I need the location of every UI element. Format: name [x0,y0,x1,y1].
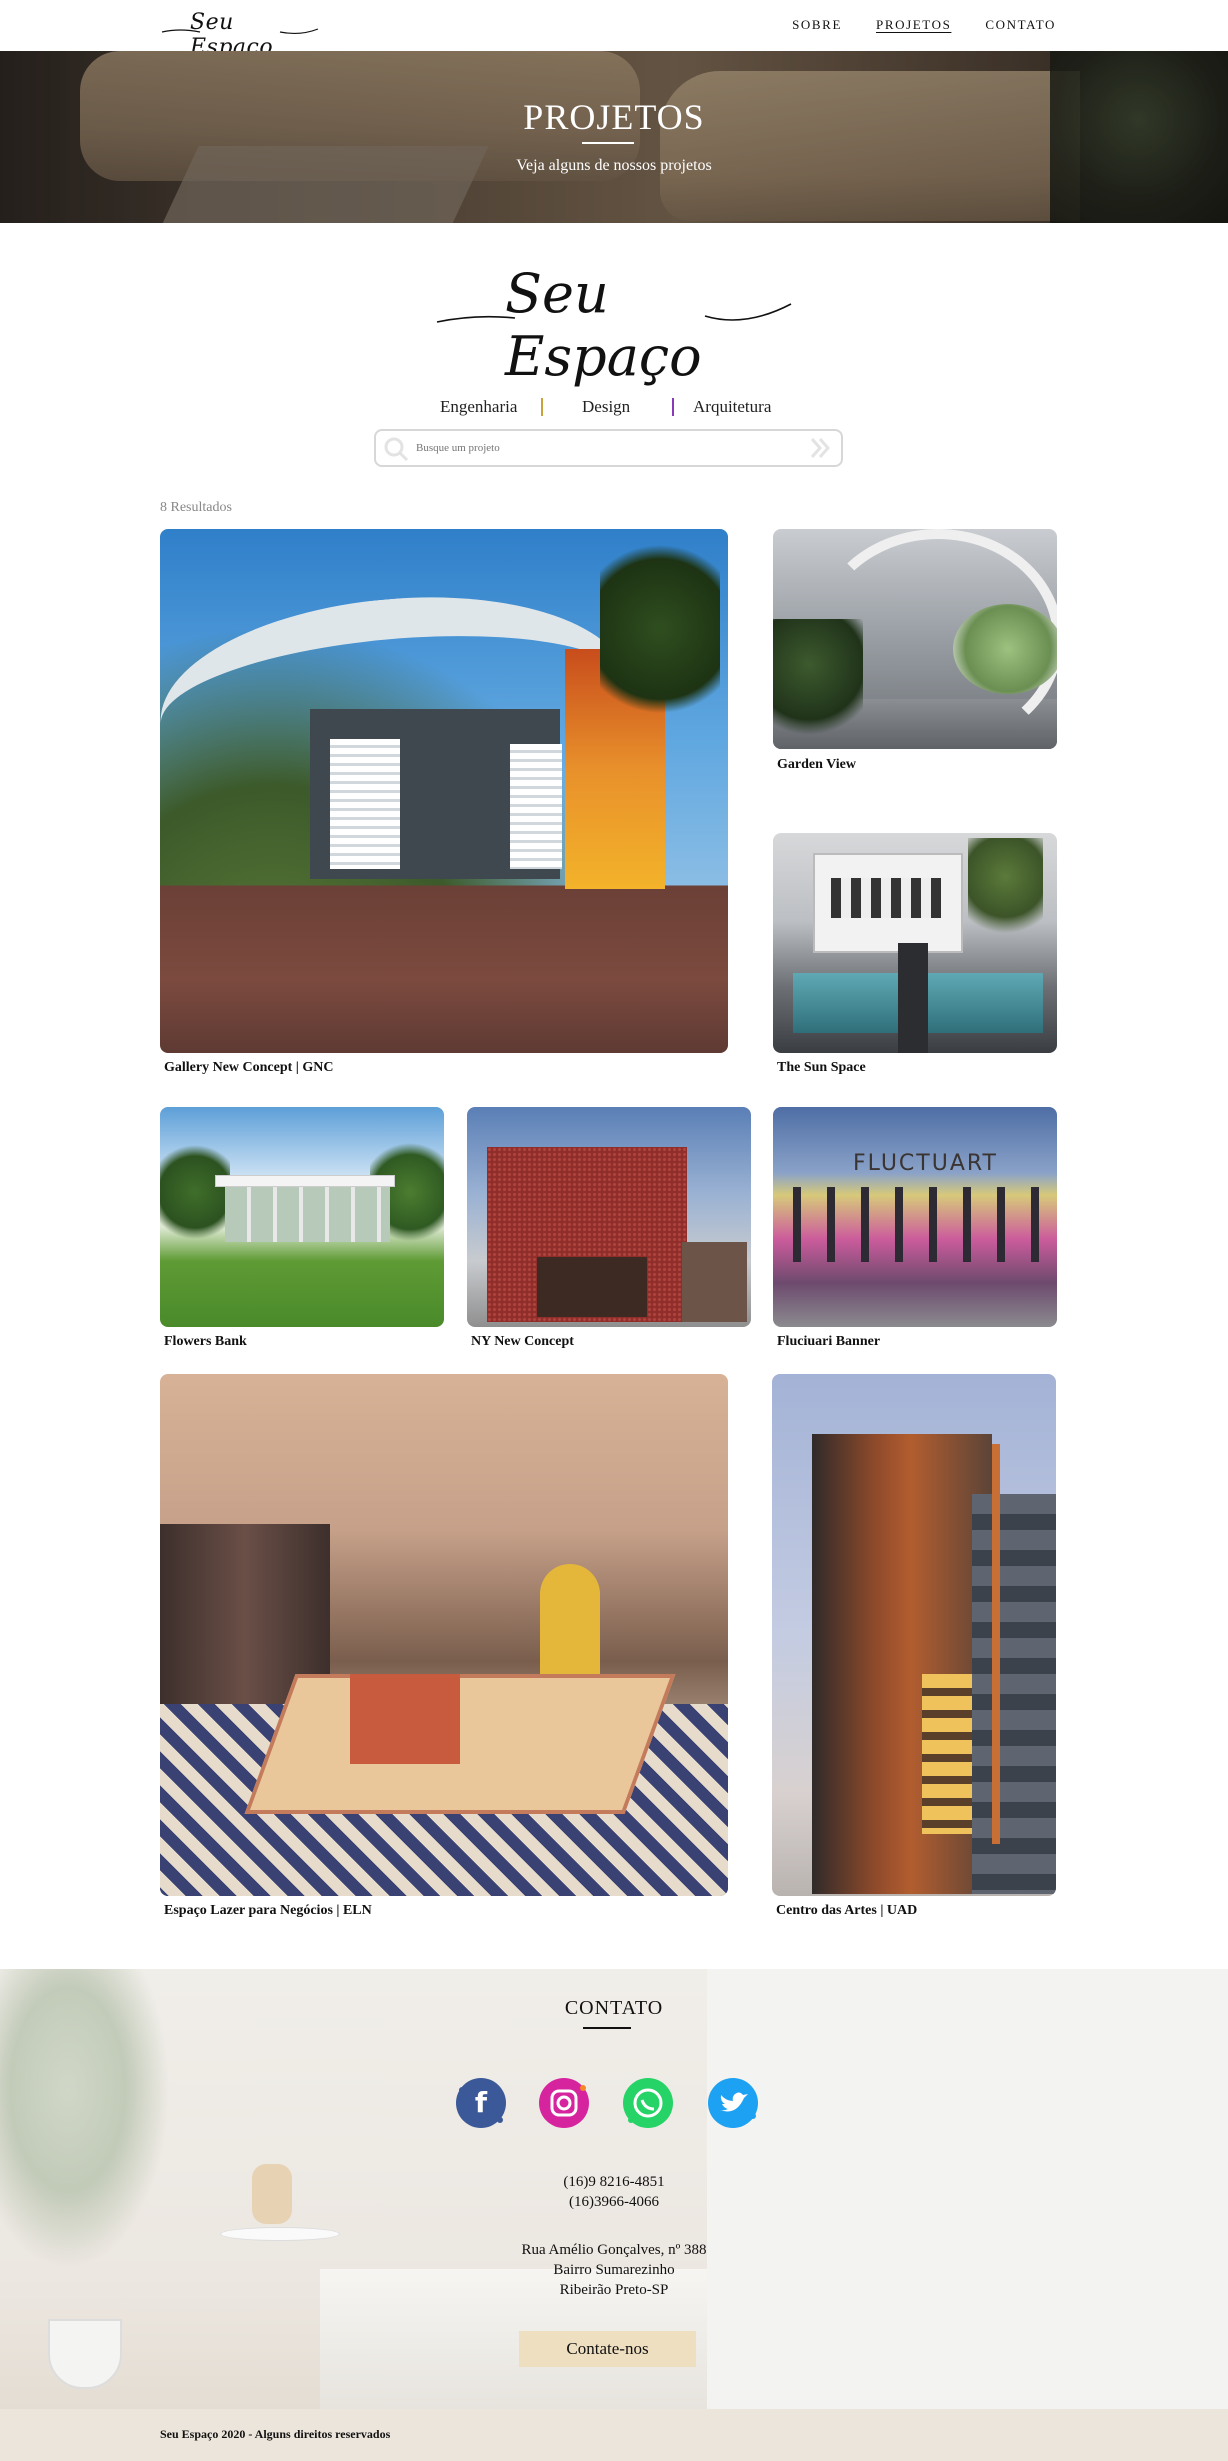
filter-separator [672,398,674,416]
project-title[interactable]: Fluciuari Banner [777,1334,880,1350]
project-title[interactable]: Espaço Lazer para Negócios | ELN [164,1903,372,1919]
project-image[interactable] [773,529,1057,749]
project-image[interactable]: FLUCTUART [773,1107,1057,1327]
project-title[interactable]: Gallery New Concept | GNC [164,1060,334,1076]
address-line: Rua Amélio Gonçalves, nº 388 [521,2242,707,2258]
contact-section: CONTATO f (16)9 8216-4851 (16)3966-4066 … [0,1969,1228,2409]
address-line: Bairro Sumarezinho [553,2262,675,2278]
project-title[interactable]: The Sun Space [777,1060,866,1076]
project-card[interactable]: The Sun Space [773,833,1057,1081]
hero-banner: PROJETOS Veja alguns de nossos projetos [0,51,1228,223]
project-image[interactable] [773,833,1057,1053]
project-card[interactable]: Garden View [773,529,1057,779]
project-card[interactable]: FLUCTUART Fluciuari Banner [773,1107,1057,1355]
contact-phone[interactable]: (16)3966-4066 [0,2192,1228,2212]
project-title[interactable]: Flowers Bank [164,1334,247,1350]
contact-title: CONTATO [564,1997,664,2019]
project-image-signage: FLUCTUART [853,1151,998,1176]
search-bar [374,429,843,467]
main-menu: SOBRE PROJETOS CONTATO [792,17,1056,33]
facebook-icon[interactable]: f [454,2076,508,2130]
search-icon[interactable] [382,435,410,463]
project-card[interactable]: Centro das Artes | UAD [772,1374,1056,1924]
nav-contato[interactable]: CONTATO [985,17,1056,33]
filter-engenharia[interactable]: Engenharia [440,397,517,417]
instagram-icon[interactable] [537,2076,591,2130]
results-count: 8 Resultados [160,500,232,515]
twitter-icon[interactable] [706,2076,760,2130]
footer: Seu Espaço 2020 - Alguns direitos reserv… [0,2409,1228,2461]
nav-sobre[interactable]: SOBRE [792,17,842,33]
brand-logo: Seu Espaço [435,262,795,388]
header-logo[interactable]: Seu Espaço [160,8,320,60]
project-title[interactable]: NY New Concept [471,1334,574,1350]
project-card[interactable]: NY New Concept [467,1107,751,1355]
whatsapp-icon[interactable] [621,2076,675,2130]
project-image[interactable] [160,1374,728,1896]
project-image[interactable] [467,1107,751,1327]
footer-copyright: Seu Espaço 2020 - Alguns direitos reserv… [160,2427,391,2441]
project-title[interactable]: Garden View [777,757,856,773]
hero-divider [582,142,634,144]
chevron-double-right-icon[interactable] [807,435,833,461]
project-title[interactable]: Centro das Artes | UAD [776,1903,917,1919]
filter-design[interactable]: Design [582,397,630,417]
brand-logo-text: Seu Espaço [505,262,702,388]
search-input[interactable] [416,437,776,459]
contact-phone[interactable]: (16)9 8216-4851 [0,2172,1228,2192]
contact-button[interactable]: Contate-nos [519,2331,696,2367]
filter-arquitetura[interactable]: Arquitetura [693,397,771,417]
nav-projetos[interactable]: PROJETOS [876,17,951,33]
filter-separator [541,398,543,416]
category-filters: Engenharia Design Arquitetura [0,397,1228,419]
project-image[interactable] [160,1107,444,1327]
contact-phones: (16)9 8216-4851 (16)3966-4066 [0,2172,1228,2212]
address-line: Ribeirão Preto-SP [559,2282,669,2298]
hero-title: PROJETOS [523,97,705,137]
project-image[interactable] [772,1374,1056,1896]
contact-divider [583,2027,631,2029]
project-card[interactable]: Espaço Lazer para Negócios | ELN [160,1374,728,1924]
hero-subtitle: Veja alguns de nossos projetos [516,157,712,174]
top-navbar: Seu Espaço SOBRE PROJETOS CONTATO [0,0,1228,60]
project-card[interactable]: Gallery New Concept | GNC [160,529,728,1081]
project-image[interactable] [160,529,728,1053]
contact-address: Rua Amélio Gonçalves, nº 388 Bairro Suma… [0,2240,1228,2300]
project-card[interactable]: Flowers Bank [160,1107,444,1355]
